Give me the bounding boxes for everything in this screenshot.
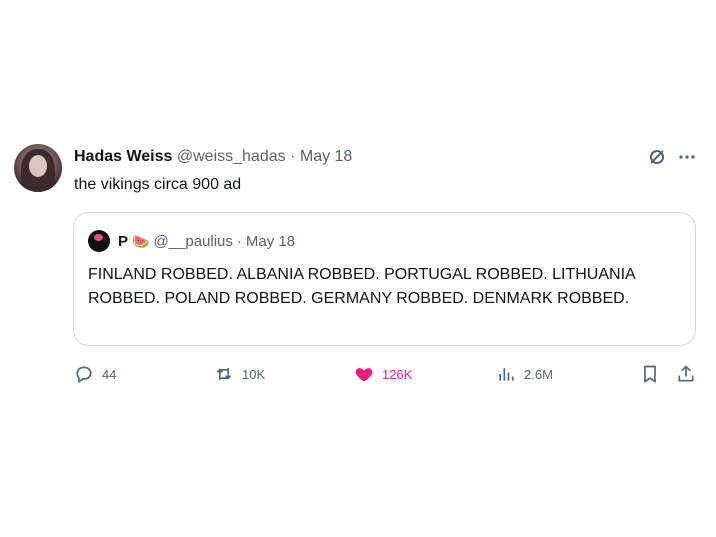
quote-author-name[interactable]: P xyxy=(118,233,128,250)
like-count: 126K xyxy=(382,366,413,382)
tweet-text: the vikings circa 900 ad xyxy=(74,176,242,193)
retweet-button[interactable]: 10K xyxy=(214,364,265,384)
bookmark-button[interactable] xyxy=(640,364,660,384)
author-handle[interactable]: @weiss_hadas xyxy=(177,148,286,165)
quote-text: FINLAND ROBBED. ALBANIA ROBBED. PORTUGAL… xyxy=(88,266,635,307)
retweet-count: 10K xyxy=(242,366,266,382)
view-count: 2.6M xyxy=(524,366,553,382)
like-button[interactable]: 126K xyxy=(354,364,412,384)
header-actions xyxy=(648,148,696,169)
quote-header: P 🍉 @__paulius · May 18 xyxy=(118,233,295,250)
action-bar: 44 10K 126K 2.6M xyxy=(74,364,696,388)
views-button[interactable]: 2.6M xyxy=(496,364,553,384)
header-separator: · xyxy=(290,148,296,165)
share-icon xyxy=(678,365,694,382)
tweet-date[interactable]: May 18 xyxy=(300,148,352,165)
views-icon xyxy=(499,368,514,381)
author-avatar[interactable] xyxy=(14,144,62,192)
heart-icon xyxy=(355,368,373,382)
quote-separator: · xyxy=(236,233,242,250)
quote-author-handle[interactable]: @__paulius xyxy=(153,233,232,250)
quote-date[interactable]: May 18 xyxy=(246,233,295,250)
reply-button[interactable]: 44 xyxy=(74,364,116,384)
retweet-icon xyxy=(216,368,232,380)
quoted-tweet[interactable]: P 🍉 @__paulius · May 18 FINLAND ROBBED. … xyxy=(73,212,696,346)
watermelon-icon: 🍉 xyxy=(132,233,150,249)
more-icon[interactable] xyxy=(678,148,696,169)
avatar-face xyxy=(29,155,47,177)
reply-count: 44 xyxy=(102,366,117,382)
quote-author-avatar[interactable] xyxy=(88,230,110,252)
bookmark-icon xyxy=(644,365,656,384)
author-name[interactable]: Hadas Weiss xyxy=(74,148,172,165)
grok-icon[interactable] xyxy=(648,148,666,169)
share-button[interactable] xyxy=(676,364,696,384)
tweet-card: Hadas Weiss @weiss_hadas · May 18 the vi… xyxy=(0,0,716,537)
reply-icon xyxy=(76,366,92,383)
tweet-header: Hadas Weiss @weiss_hadas · May 18 xyxy=(74,148,352,166)
